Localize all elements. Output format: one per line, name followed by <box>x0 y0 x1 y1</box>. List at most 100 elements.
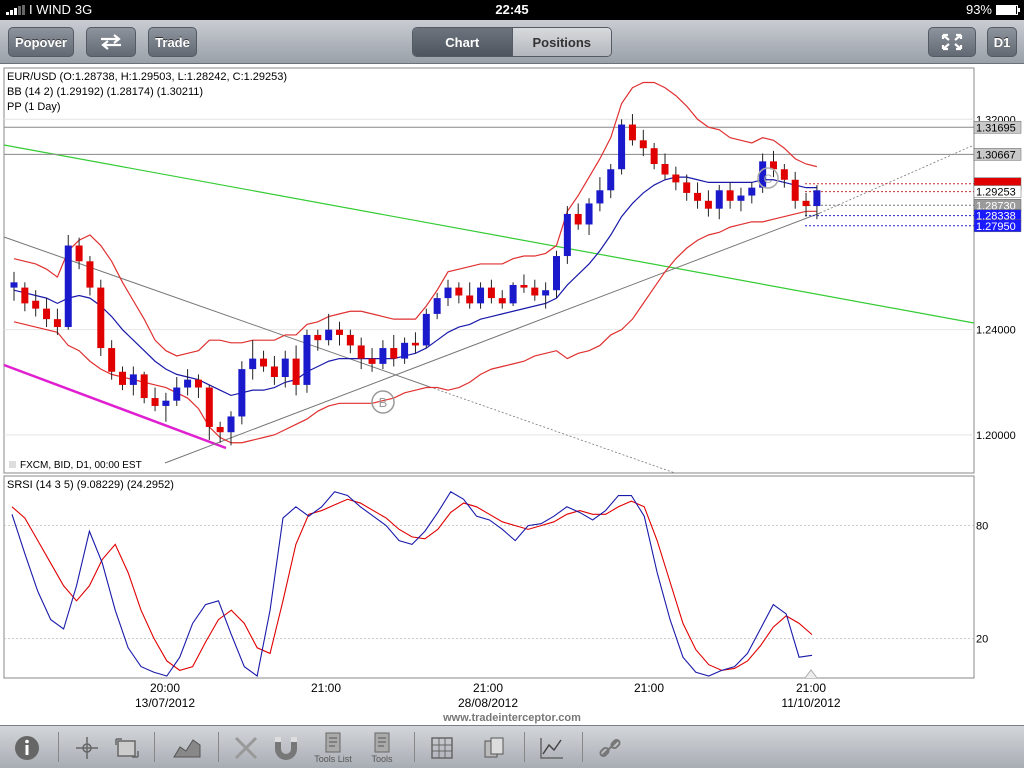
candle-body <box>672 174 680 183</box>
candle-body <box>466 295 474 304</box>
clock: 22:45 <box>495 2 529 17</box>
candle-body <box>346 334 354 346</box>
templates-button[interactable] <box>478 730 510 766</box>
candle-body <box>379 348 387 364</box>
candle-body <box>314 334 322 341</box>
candle-body <box>802 200 810 207</box>
candle-body <box>650 148 658 164</box>
info-button[interactable] <box>10 730 44 766</box>
candle-body <box>238 369 246 417</box>
candle-body <box>411 342 419 346</box>
fullscreen-button[interactable] <box>928 27 976 57</box>
srsi-info: SRSI (14 3 5) (9.08229) (24.2952) <box>7 479 174 491</box>
status-right: 93% <box>965 2 1020 17</box>
x-axis: 20:0013/07/201221:00 21:0028/08/201221:00… <box>135 681 841 710</box>
candle-body <box>704 200 712 209</box>
candle-body <box>585 203 593 225</box>
candle-body <box>227 416 235 433</box>
tools-button[interactable]: Tools <box>364 730 400 766</box>
tools-list-button[interactable]: Tools List <box>306 730 360 766</box>
candle-body <box>563 213 571 257</box>
candle-body <box>498 298 506 304</box>
candle-body <box>119 371 126 385</box>
zoom-box-button[interactable] <box>112 730 142 766</box>
candle-body <box>194 379 202 388</box>
toolbar-separator <box>414 732 415 762</box>
grid-button[interactable] <box>426 730 458 766</box>
y-tick-label: 1.24000 <box>976 325 1016 337</box>
chart-type-button[interactable] <box>170 730 204 766</box>
tab-positions[interactable]: Positions <box>511 28 611 56</box>
toolbar-separator <box>154 732 155 762</box>
candle-body <box>43 308 51 320</box>
top-toolbar: Popover Trade Chart Positions D1 <box>0 20 1024 64</box>
marker-c-label: C <box>764 172 773 186</box>
candle-body <box>628 124 636 141</box>
crosshair-button[interactable] <box>72 730 102 766</box>
swap-button[interactable] <box>86 27 136 57</box>
candle-body <box>791 179 799 201</box>
candle-body <box>422 313 430 346</box>
candle-body <box>205 387 213 427</box>
bottom-toolbar: Tools List Tools <box>0 725 1024 768</box>
candle-body <box>780 169 788 180</box>
battery-percent: 93% <box>965 2 992 17</box>
view-segmented-control: Chart Positions <box>412 27 612 57</box>
candle-body <box>390 348 398 359</box>
candle-body <box>596 190 604 204</box>
candle-body <box>184 379 192 388</box>
price-tag-label: 1.29253 <box>976 187 1016 199</box>
main-chart-frame <box>3 67 975 474</box>
candle-body <box>108 348 116 372</box>
x-date-label: 13/07/2012 <box>135 696 195 710</box>
candle-body <box>97 287 105 349</box>
x-time-label: 21:00 <box>311 681 341 695</box>
chart-canvas[interactable]: B C EUR/USD (O:1.28738, H:1.29503, L:1.2… <box>0 65 1024 725</box>
x-time-label: 21:00 <box>473 681 503 695</box>
candle-body <box>520 284 528 288</box>
candle-body <box>249 358 257 370</box>
battery-fill <box>997 5 1016 14</box>
grid-icon <box>431 737 453 759</box>
crosshair-icon <box>76 737 98 759</box>
chart-area[interactable]: B C EUR/USD (O:1.28738, H:1.29503, L:1.2… <box>0 65 1024 725</box>
battery-icon <box>996 4 1020 15</box>
candle-body <box>444 287 452 299</box>
toolbar-separator <box>524 732 525 762</box>
srsi-chart-frame <box>3 475 975 679</box>
candle-body <box>694 192 702 201</box>
templates-icon <box>484 737 504 758</box>
popover-button[interactable]: Popover <box>8 27 74 57</box>
source-info: FXCM, BID, D1, 00:00 EST <box>20 460 142 471</box>
indicators-button[interactable] <box>536 730 568 766</box>
drawing-tools-button[interactable] <box>230 730 262 766</box>
candle-body <box>715 190 723 209</box>
swap-arrows-icon <box>101 34 121 50</box>
candle-body <box>661 163 669 175</box>
tools-list-label: Tools List <box>314 754 352 764</box>
candle-body <box>748 187 756 196</box>
watermark: www.tradeinterceptor.com <box>442 712 581 724</box>
link-button[interactable] <box>594 730 626 766</box>
status-bar: I WIND 3G 22:45 93% <box>0 0 1024 20</box>
x-date-label: 28/08/2012 <box>458 696 518 710</box>
candle-body <box>270 366 278 378</box>
tab-chart[interactable]: Chart <box>413 28 512 56</box>
candle-body <box>726 190 734 201</box>
fullscreen-icon <box>941 33 963 51</box>
toolbar-separator <box>58 732 59 762</box>
y-axis-labels: 1.320001.240001.20000 <box>976 114 1016 442</box>
symbol-info: EUR/USD (O:1.28738, H:1.29503, L:1.28242… <box>7 71 287 83</box>
candle-body <box>607 169 615 191</box>
candle-body <box>281 358 289 378</box>
candle-body <box>21 287 29 304</box>
candle-body <box>542 290 550 296</box>
candle-body <box>292 358 300 385</box>
area-chart-icon <box>173 739 201 758</box>
magnet-button[interactable] <box>270 730 302 766</box>
candle-body <box>336 329 343 335</box>
timeframe-button[interactable]: D1 <box>987 27 1017 57</box>
tools-icon <box>234 736 258 760</box>
trade-button[interactable]: Trade <box>148 27 197 57</box>
candle-body <box>260 358 268 367</box>
